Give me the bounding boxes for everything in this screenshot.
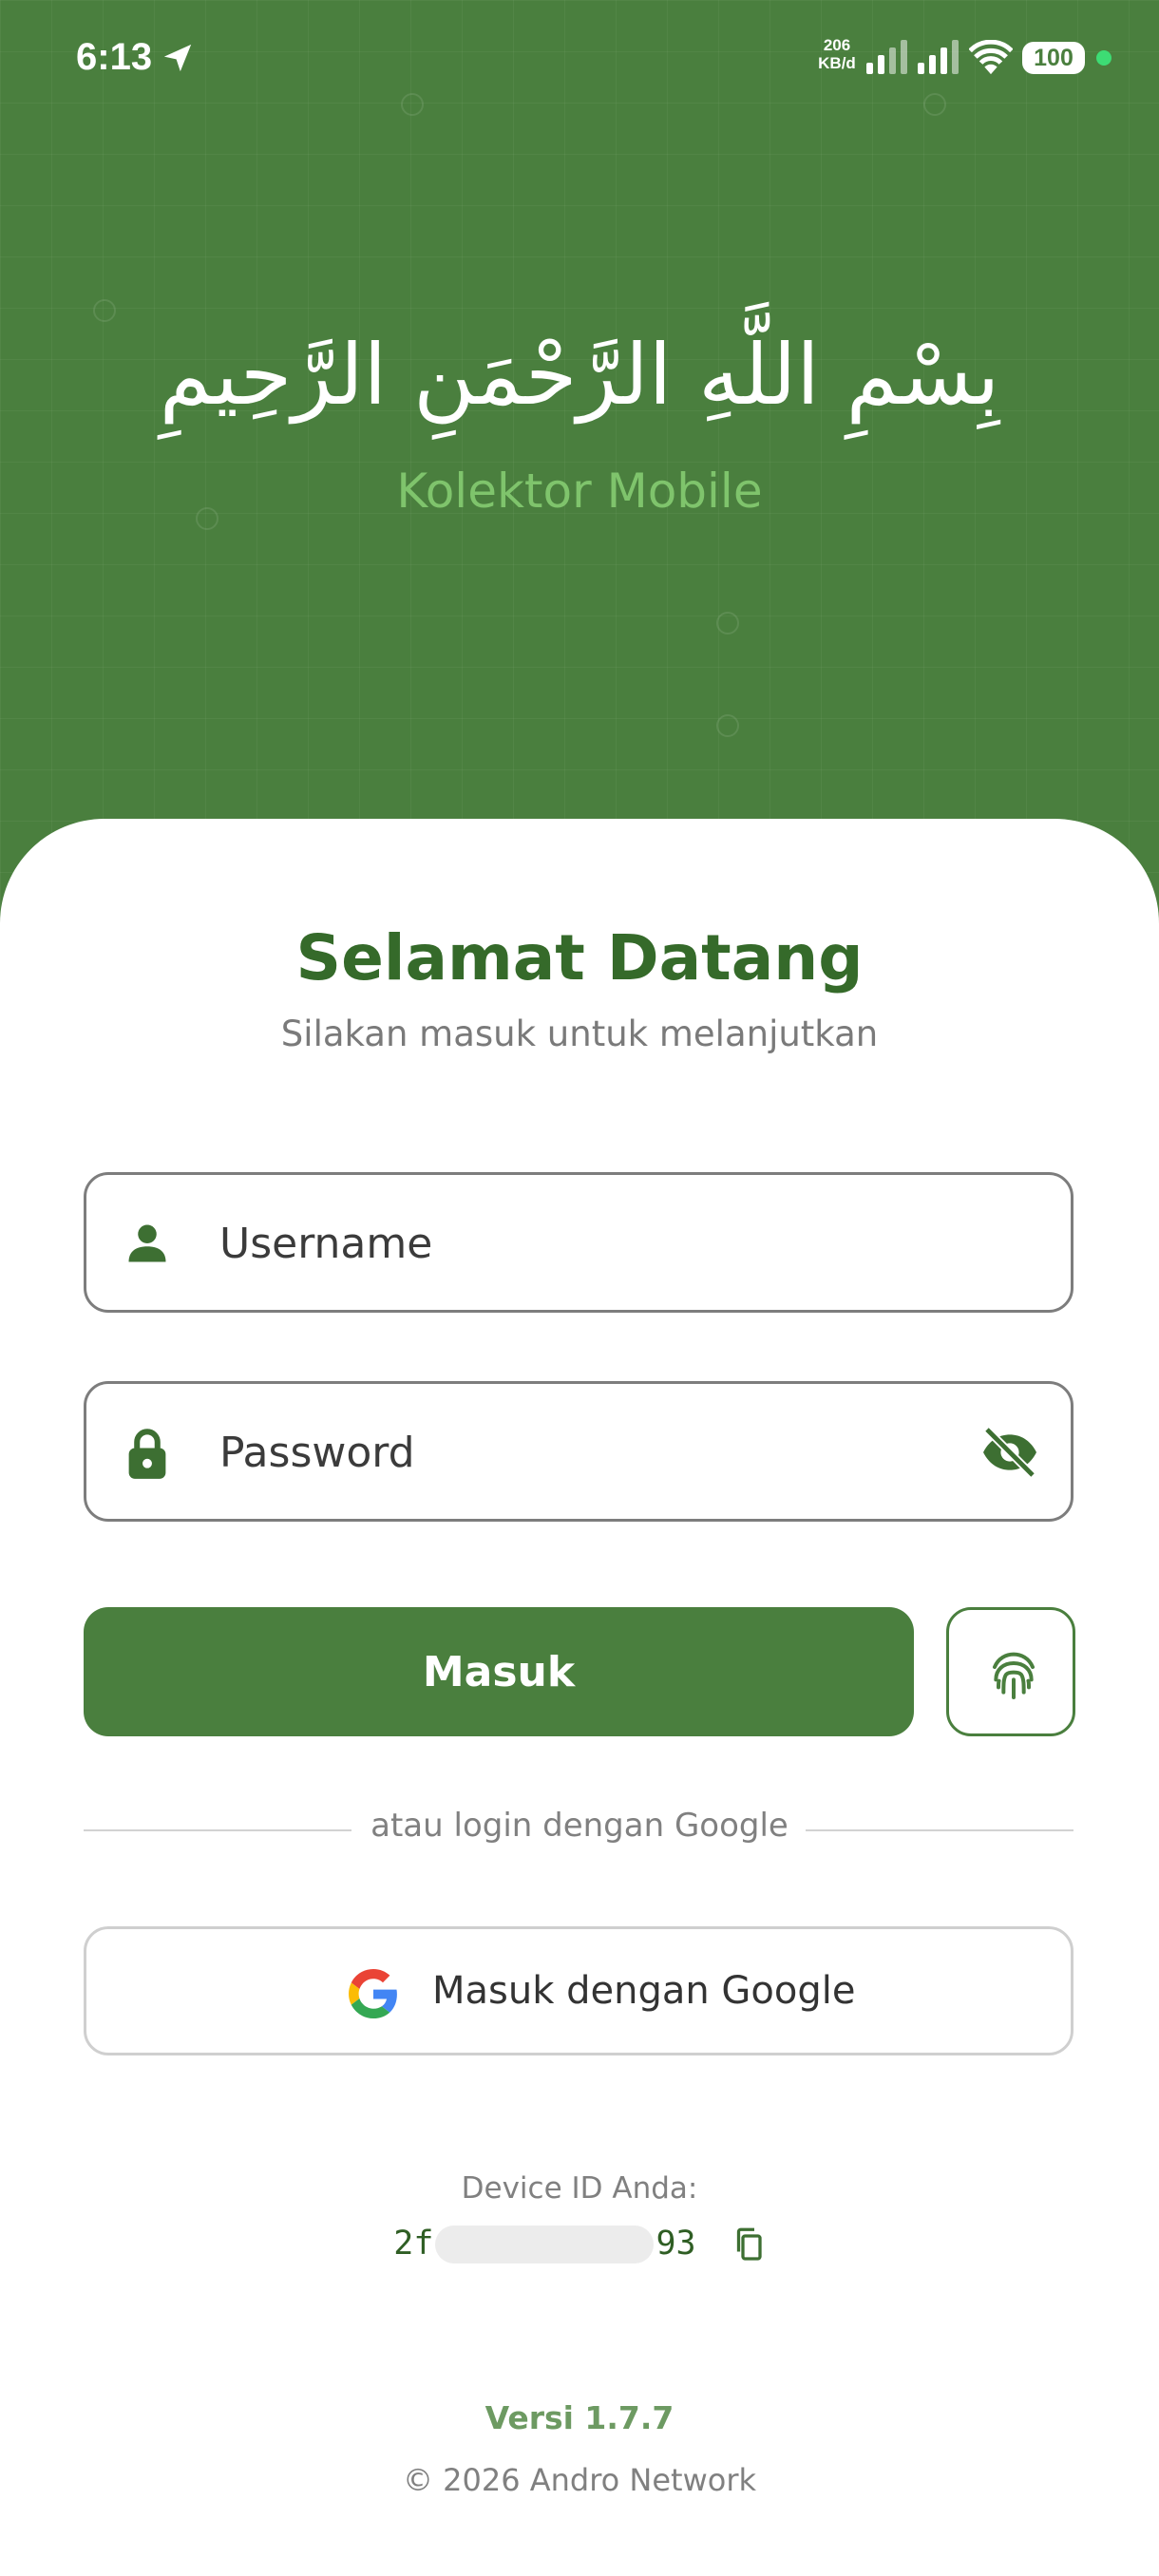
header-background: 6:13 206 KB/d 100 بِسْمِ اللَّهِ الرَّحْ…	[0, 0, 1159, 912]
copy-icon[interactable]	[732, 2226, 766, 2263]
divider-text: atau login dengan Google	[370, 1807, 788, 1845]
device-id-label: Device ID Anda:	[461, 2171, 698, 2206]
copyright-text: © 2026 Andro Network	[402, 2462, 757, 2498]
login-card: Selamat Datang Silakan masuk untuk melan…	[0, 819, 1159, 2576]
net-speed-unit: KB/d	[818, 54, 856, 72]
battery-indicator: 100	[1022, 42, 1085, 74]
page-title: Selamat Datang	[295, 921, 864, 994]
signal-icon	[866, 40, 907, 74]
page-subtitle: Silakan masuk untuk melanjutkan	[280, 1013, 879, 1054]
telegram-send-icon	[163, 44, 192, 72]
wifi-icon	[969, 40, 1013, 75]
username-field[interactable]	[84, 1172, 1074, 1313]
device-id-prefix: 2f	[393, 2225, 434, 2263]
status-dot-icon	[1096, 50, 1112, 66]
status-bar: 6:13 206 KB/d 100	[0, 0, 1159, 114]
net-speed: 206 KB/d	[813, 36, 861, 72]
google-login-label: Masuk dengan Google	[432, 1969, 856, 2013]
lock-icon	[128, 1429, 166, 1479]
login-button[interactable]: Masuk	[84, 1607, 914, 1736]
net-speed-value: 206	[823, 36, 851, 54]
device-id-redaction	[435, 2226, 655, 2263]
person-icon	[128, 1224, 166, 1262]
app-version: Versi 1.7.7	[484, 2399, 674, 2436]
google-login-button[interactable]: Masuk dengan Google	[84, 1926, 1074, 2055]
password-input[interactable]	[219, 1412, 960, 1492]
status-time: 6:13	[76, 36, 153, 78]
signal-icon	[918, 40, 959, 74]
google-logo-icon	[349, 1969, 397, 2018]
decor-dot	[716, 612, 739, 635]
password-field[interactable]	[84, 1381, 1074, 1522]
fingerprint-icon	[993, 1652, 1035, 1699]
divider-line-right	[806, 1829, 1074, 1831]
device-id-suffix: 93	[656, 2225, 696, 2263]
fingerprint-login-button[interactable]	[946, 1607, 1075, 1736]
app-name: Kolektor Mobile	[396, 464, 763, 519]
bismillah-text: بِسْمِ اللَّهِ الرَّحْمَنِ الرَّحِيمِ	[159, 326, 1000, 424]
eye-off-icon[interactable]	[979, 1422, 1040, 1483]
device-id-value: 2f 93	[0, 2225, 1159, 2263]
decor-dot	[716, 714, 739, 737]
username-input[interactable]	[219, 1203, 960, 1283]
